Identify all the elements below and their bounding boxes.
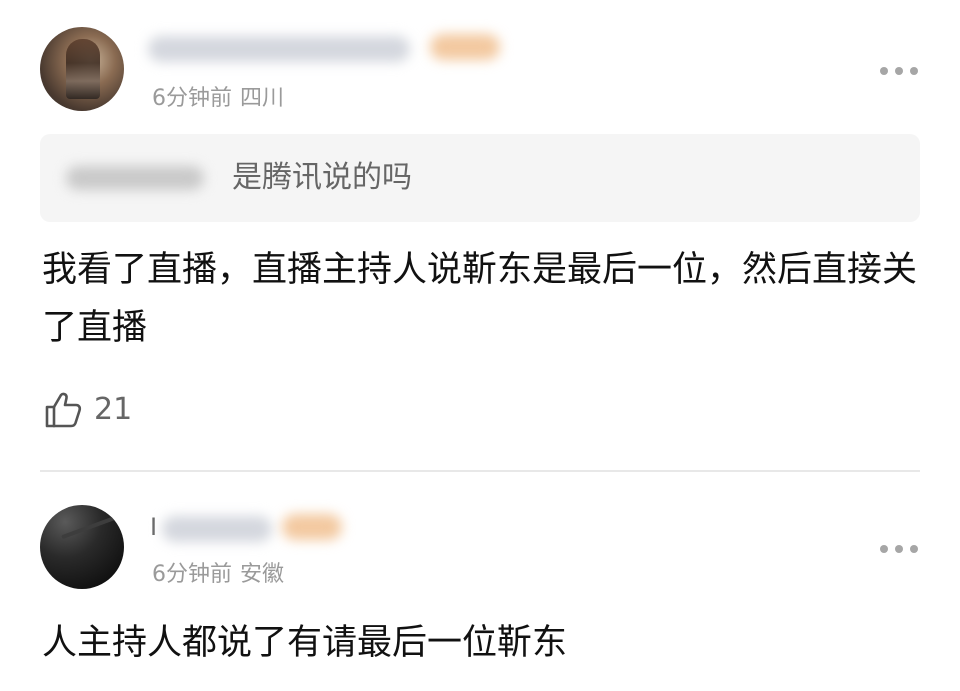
comment-text: 人主持人都说了有请最后一位靳东 xyxy=(42,623,568,663)
comment-meta: 6分钟前 四川 xyxy=(152,84,284,114)
comment-item: 6分钟前 四川 是腾讯说的吗 我看了直播，直播主持人说靳东是最后一位，然后直接关了… xyxy=(0,0,960,470)
username-blurred[interactable] xyxy=(162,516,272,542)
avatar-photo xyxy=(66,39,100,99)
comment-meta: 6分钟前 安徽 xyxy=(152,560,284,590)
comment-location: 四川 xyxy=(240,86,285,111)
like-count: 21 xyxy=(94,392,133,427)
thumbs-up-icon xyxy=(45,392,82,428)
comment-location: 安徽 xyxy=(240,562,285,587)
comment-text: 我看了直播，直播主持人说靳东是最后一位，然后直接关了直播 xyxy=(42,250,918,348)
comment-time: 6分钟前 xyxy=(152,86,232,111)
like-button[interactable]: 21 xyxy=(44,390,132,430)
quoted-username-blurred xyxy=(66,166,204,190)
comment-item: I 6分钟前 安徽 人主持人都说了有请最后一位靳东 xyxy=(0,476,960,691)
user-badge-blurred xyxy=(282,514,342,540)
comment-time: 6分钟前 xyxy=(152,562,232,587)
more-dots-icon[interactable] xyxy=(880,544,918,554)
quoted-text: 是腾讯说的吗 xyxy=(232,160,412,195)
avatar[interactable] xyxy=(40,27,124,111)
more-dots-icon[interactable] xyxy=(880,66,918,76)
comment-feed: 6分钟前 四川 是腾讯说的吗 我看了直播，直播主持人说靳东是最后一位，然后直接关了… xyxy=(0,0,960,691)
comment-divider xyxy=(40,470,920,472)
avatar-photo xyxy=(61,514,119,540)
quoted-reply[interactable]: 是腾讯说的吗 xyxy=(40,134,920,222)
user-badge-blurred xyxy=(430,34,500,60)
username-blurred[interactable] xyxy=(148,36,410,62)
avatar[interactable] xyxy=(40,505,124,589)
username-initial[interactable]: I xyxy=(150,512,157,542)
